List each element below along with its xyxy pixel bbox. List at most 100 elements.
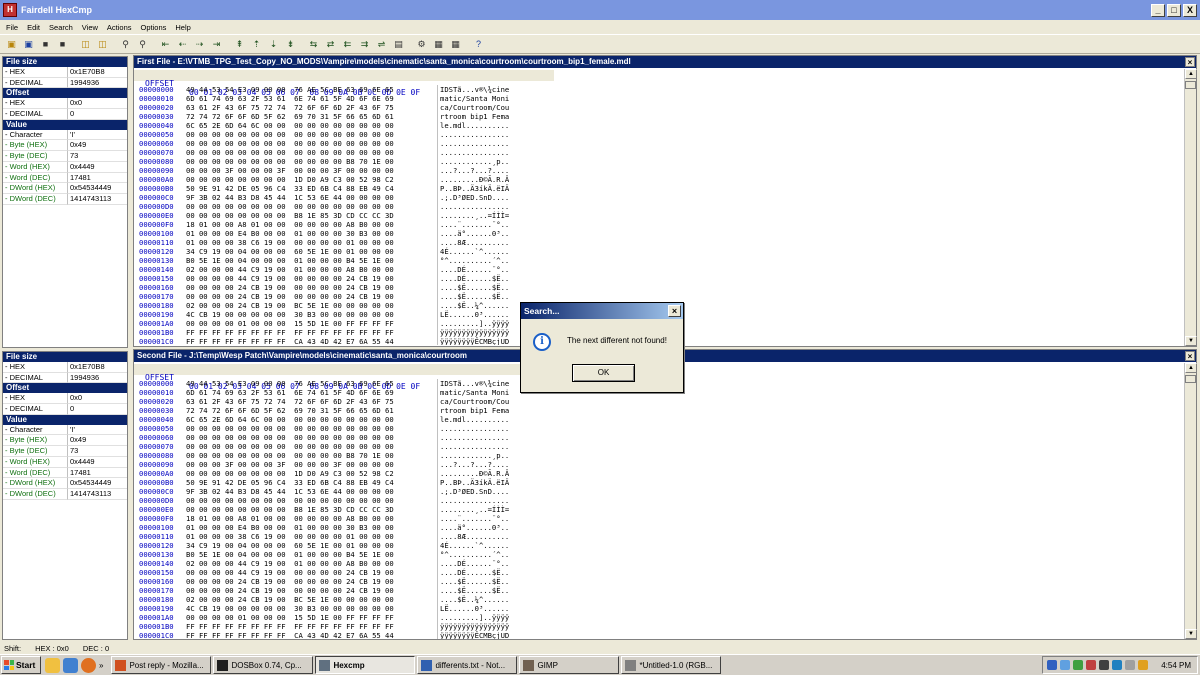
row-ascii[interactable]: 4É......`^...... [440, 247, 525, 256]
tray-app-icon[interactable] [1073, 660, 1084, 670]
row-hex-bytes[interactable]: 63 61 2F 43 6F 75 72 74 72 6F 6F 6D 2F 4… [186, 103, 394, 112]
view-icon[interactable]: ▤ [391, 37, 406, 52]
row-hex-bytes[interactable]: 34 C9 19 00 04 00 00 00 60 5E 1E 00 01 0… [186, 541, 394, 550]
scroll-thumb[interactable] [1185, 81, 1196, 89]
row-hex-bytes[interactable]: B0 5E 1E 00 04 00 00 00 01 00 00 00 B4 5… [186, 256, 394, 265]
scroll-thumb[interactable] [1185, 375, 1196, 383]
help-icon[interactable]: ? [471, 37, 486, 52]
row-ascii[interactable]: ....ä°......0³.. [440, 229, 525, 238]
row-ascii[interactable]: ........¸..=ÍÌÌ= [440, 505, 525, 514]
row-ascii[interactable]: ....DÉ......$Ë.. [440, 568, 525, 577]
find-next-icon[interactable]: ⚲ [135, 37, 150, 52]
row-hex-bytes[interactable]: 6D 61 74 69 63 2F 53 61 6E 74 61 5F 4D 6… [186, 94, 394, 103]
row-ascii[interactable]: ....$Ë..¼^...... [440, 301, 525, 310]
row-ascii[interactable]: ....$Ë......$Ë.. [440, 292, 525, 301]
row-ascii[interactable]: °^..........´^.. [440, 550, 525, 559]
row-hex-bytes[interactable]: 02 00 00 00 44 C9 19 00 01 00 00 00 A8 B… [186, 559, 394, 568]
row-hex-bytes[interactable]: 00 00 00 3F 00 00 00 3F 00 00 00 3F 00 0… [186, 166, 394, 175]
minimize-button[interactable]: _ [1151, 3, 1165, 17]
row-ascii[interactable]: ca/Courtroom/Cou [440, 103, 525, 112]
row-hex-bytes[interactable]: 9F 3B 02 44 B3 D8 45 44 1C 53 6E 44 00 0… [186, 487, 394, 496]
scroll-down-icon[interactable]: ▼ [1185, 629, 1197, 639]
row-hex-bytes[interactable]: 6C 65 2E 6D 64 6C 00 00 00 00 00 00 00 0… [186, 121, 394, 130]
row-ascii[interactable]: ....$Ë......$Ë.. [440, 283, 525, 292]
row-ascii[interactable]: ....DÉ......¨°.. [440, 265, 525, 274]
row-ascii[interactable]: ................ [440, 202, 525, 211]
row-ascii[interactable]: .;.D³ØED.SnD.... [440, 193, 525, 202]
first-diff-icon[interactable]: ⇤ [158, 37, 173, 52]
taskbar-item[interactable]: Hexcmp [315, 656, 416, 674]
vertical-scrollbar[interactable]: ▲ ▼ [1184, 69, 1197, 346]
save-icon[interactable]: ■ [38, 37, 53, 52]
row-ascii[interactable]: ca/Courtroom/Cou [440, 397, 525, 406]
row-hex-bytes[interactable]: 49 44 53 54 E3 09 00 00 76 AE 5C BE 63 6… [186, 379, 394, 388]
merge-all-icon[interactable]: ⇄ [323, 37, 338, 52]
sync-icon[interactable]: ◫ [78, 37, 93, 52]
row-hex-bytes[interactable]: 00 00 00 00 24 CB 19 00 00 00 00 00 24 C… [186, 292, 394, 301]
tray-connection-icon[interactable] [1112, 660, 1123, 670]
row-ascii[interactable]: ................ [440, 442, 525, 451]
row-hex-bytes[interactable]: 02 00 00 00 44 C9 19 00 01 00 00 00 A8 B… [186, 265, 394, 274]
next-diff-icon[interactable]: ⇢ [192, 37, 207, 52]
save-all-icon[interactable]: ■ [55, 37, 70, 52]
row-ascii[interactable]: ................ [440, 433, 525, 442]
row-ascii[interactable]: ............¸p.. [440, 451, 525, 460]
row-ascii[interactable]: le.mdl.......... [440, 415, 525, 424]
row-hex-bytes[interactable]: 9F 3B 02 44 B3 D8 45 44 1C 53 6E 44 00 0… [186, 193, 394, 202]
row-ascii[interactable]: ....$Ë......$Ë.. [440, 586, 525, 595]
print-icon[interactable]: ▦ [431, 37, 446, 52]
row-hex-bytes[interactable]: 4C CB 19 00 00 00 00 00 30 B3 00 00 00 0… [186, 310, 394, 319]
vertical-scrollbar[interactable]: ▲ ▼ [1184, 363, 1197, 639]
row-ascii[interactable]: ................ [440, 148, 525, 157]
row-hex-bytes[interactable]: 6D 61 74 69 63 2F 53 61 6E 74 61 5F 4D 6… [186, 388, 394, 397]
row-hex-bytes[interactable]: 50 9E 91 42 DE 05 96 C4 33 ED 6B C4 88 E… [186, 478, 394, 487]
scroll-up-icon[interactable]: ▲ [1185, 69, 1197, 79]
row-hex-bytes[interactable]: 63 61 2F 43 6F 75 72 74 72 6F 6F 6D 2F 4… [186, 397, 394, 406]
row-ascii[interactable]: ÿÿÿÿÿÿÿÿÊCMBçjUD [440, 337, 525, 345]
row-hex-bytes[interactable]: 00 00 00 00 00 00 00 00 00 00 00 00 00 0… [186, 139, 394, 148]
row-hex-bytes[interactable]: 00 00 00 00 24 CB 19 00 00 00 00 00 24 C… [186, 283, 394, 292]
row-hex-bytes[interactable]: 00 00 00 00 24 CB 19 00 00 00 00 00 24 C… [186, 577, 394, 586]
scroll-up-icon[interactable]: ▲ [1185, 363, 1197, 373]
row-hex-bytes[interactable]: 72 74 72 6F 6F 6D 5F 62 69 70 31 5F 66 6… [186, 406, 394, 415]
taskbar-item[interactable]: Post reply - Mozilla... [111, 656, 212, 674]
last-diff-icon[interactable]: ⇥ [209, 37, 224, 52]
row-hex-bytes[interactable]: 01 00 00 00 38 C6 19 00 00 00 00 00 01 0… [186, 532, 394, 541]
row-ascii[interactable]: ................ [440, 496, 525, 505]
row-hex-bytes[interactable]: 00 00 00 00 00 00 00 00 00 00 00 00 00 0… [186, 202, 394, 211]
row-ascii[interactable]: ....¨.......¨°.. [440, 514, 525, 523]
row-ascii[interactable]: ....DÉ......$Ë.. [440, 274, 525, 283]
row-hex-bytes[interactable]: FF FF FF FF FF FF FF FF CA 43 4D 42 E7 6… [186, 337, 394, 345]
ascii-grid[interactable]: IDSTã...v®\¾cine matic/Santa Moni ca/Court… [437, 85, 525, 345]
row-hex-bytes[interactable]: FF FF FF FF FF FF FF FF CA 43 4D 42 E7 6… [186, 631, 394, 639]
row-hex-bytes[interactable]: 00 00 00 00 01 00 00 00 15 5D 1E 00 FF F… [186, 613, 394, 622]
find-icon[interactable]: ⚲ [118, 37, 133, 52]
row-hex-bytes[interactable]: 02 00 00 00 24 CB 19 00 BC 5E 1E 00 00 0… [186, 301, 394, 310]
row-hex-bytes[interactable]: 00 00 00 00 00 00 00 00 00 00 00 00 00 0… [186, 424, 394, 433]
row-ascii[interactable]: le.mdl.......... [440, 121, 525, 130]
row-ascii[interactable]: ................ [440, 130, 525, 139]
browser-icon[interactable] [63, 657, 78, 673]
row-hex-bytes[interactable]: 00 00 00 00 00 00 00 00 00 00 00 00 00 0… [186, 433, 394, 442]
close-pane-icon[interactable]: × [1185, 351, 1195, 361]
menu-options[interactable]: Options [141, 23, 167, 32]
row-hex-bytes[interactable]: 00 00 00 00 00 00 00 00 1D D0 A9 C3 00 5… [186, 175, 394, 184]
taskbar-item[interactable]: *Untitled-1.0 (RGB... [621, 656, 722, 674]
row-ascii[interactable]: rtroom bip1 Fema [440, 406, 525, 415]
row-hex-bytes[interactable]: 18 01 00 00 A8 01 00 00 00 00 00 00 A8 B… [186, 220, 394, 229]
refresh-icon[interactable]: ◫ [95, 37, 110, 52]
row-ascii[interactable]: ....$Ë......$Ë.. [440, 577, 525, 586]
tray-update-icon[interactable] [1138, 660, 1149, 670]
row-hex-bytes[interactable]: 00 00 00 00 00 00 00 00 B8 1E 85 3D CD C… [186, 211, 394, 220]
tray-network-icon[interactable] [1047, 660, 1058, 670]
ok-button[interactable]: OK [572, 364, 635, 382]
row-ascii[interactable]: .;.D³ØED.SnD.... [440, 487, 525, 496]
go-top-icon[interactable]: ⇞ [232, 37, 247, 52]
row-hex-bytes[interactable]: 00 00 00 00 00 00 00 00 00 00 00 00 B8 7… [186, 157, 394, 166]
row-ascii[interactable]: ....8Æ.......... [440, 238, 525, 247]
row-ascii[interactable]: 4É......`^...... [440, 541, 525, 550]
row-hex-bytes[interactable]: 00 00 00 00 00 00 00 00 00 00 00 00 00 0… [186, 148, 394, 157]
open-file2-icon[interactable]: ▣ [21, 37, 36, 52]
row-ascii[interactable]: LË......0³...... [440, 604, 525, 613]
row-ascii[interactable]: ................ [440, 424, 525, 433]
